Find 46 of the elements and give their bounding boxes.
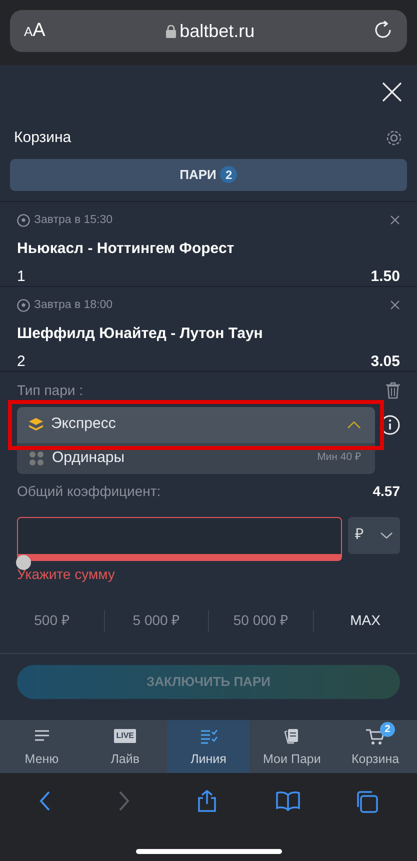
amount-button[interactable]: 5 000 ₽: [104, 609, 208, 632]
lock-icon: [166, 24, 176, 38]
odds: 3.05: [370, 352, 400, 372]
minimum-note: Мин 40 ₽: [317, 450, 361, 466]
layers-icon: [29, 418, 43, 431]
trash-icon[interactable]: [386, 382, 400, 398]
count-badge: 2: [380, 722, 396, 737]
match-title: Шеффилд Юнайтед - Лутон Таун: [17, 324, 264, 344]
match-time: Завтра в 15:30: [34, 212, 113, 228]
soccer-ball-icon: [17, 298, 30, 312]
outcome: 1: [17, 267, 26, 288]
odds: 1.50: [370, 267, 400, 288]
outcome: 2: [17, 352, 26, 372]
currency-dropdown[interactable]: ₽: [348, 516, 400, 554]
text-size-button[interactable]: AA: [24, 16, 46, 46]
url-text: baltbet.ru: [180, 20, 255, 42]
bet-type-dropdown[interactable]: Экспресс: [17, 406, 375, 442]
amount-button[interactable]: 50 000 ₽: [209, 609, 312, 632]
nav-tab[interactable]: Линия: [166, 720, 250, 773]
nav-tab[interactable]: Корзина 2: [334, 720, 417, 773]
settings-icon[interactable]: [385, 129, 403, 148]
chevron-up-icon: [347, 420, 361, 428]
chevron-down-icon: [380, 532, 393, 538]
cart-icon: [365, 726, 386, 746]
count-badge: 2: [220, 166, 238, 183]
tab[interactable]: ПАРИ 2: [10, 158, 407, 190]
error-message: Укажите сумму: [17, 564, 116, 584]
total-odds-label: Общий коэффициент:: [17, 482, 161, 501]
basket-title: Корзина: [14, 128, 72, 148]
live-icon: LIVE: [114, 729, 136, 743]
match-time: Завтра в 18:00: [34, 298, 113, 312]
book-icon[interactable]: [276, 790, 300, 814]
reload-icon[interactable]: [374, 21, 393, 41]
nav-tab[interactable]: Меню: [0, 720, 84, 773]
stake-input[interactable]: [17, 516, 342, 560]
nav-tab[interactable]: Мои Пари: [250, 720, 334, 773]
tabs-icon[interactable]: [355, 790, 380, 814]
amount-button[interactable]: 500 ₽: [0, 609, 104, 632]
match-title: Ньюкасл - Ноттингем Форест: [17, 238, 236, 259]
total-odds-value: 4.57: [372, 482, 400, 500]
url-bar[interactable]: AA baltbet.ru: [10, 10, 407, 52]
grid-icon: [29, 450, 44, 466]
soccer-ball-icon: [17, 214, 30, 227]
bet-type-label: Тип пари :: [17, 380, 83, 400]
nav-tab[interactable]: LIVE Лайв: [83, 720, 167, 773]
max-button[interactable]: MAX: [314, 609, 417, 632]
